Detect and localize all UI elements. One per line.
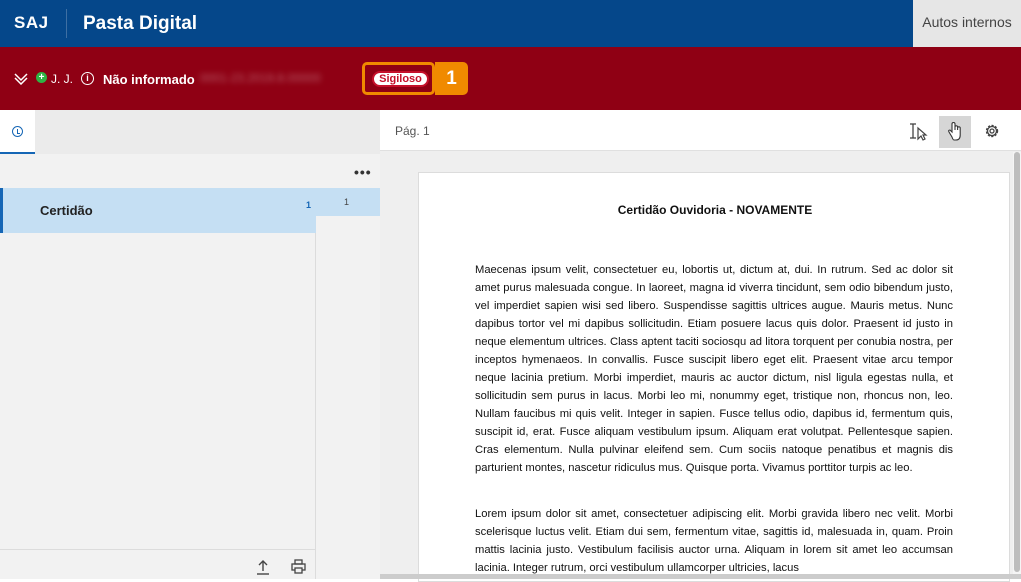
gear-icon[interactable] <box>980 119 1004 143</box>
tab-autos-internos[interactable]: Autos internos <box>913 0 1021 47</box>
page-indicator: Pág. 1 <box>395 124 430 138</box>
brand-logo[interactable]: SAJ <box>14 13 49 33</box>
list-item[interactable]: Certidão 1 <box>0 188 316 233</box>
chevron-down-icon[interactable] <box>14 71 28 85</box>
document-page-count: 1 <box>306 200 312 210</box>
brand-divider <box>66 9 67 38</box>
document-paragraph: Maecenas ipsum velit, consectetuer eu, l… <box>475 264 953 474</box>
horizontal-scrollbar[interactable] <box>380 574 1021 579</box>
document-paragraph: Lorem ipsum dolor sit amet, consectetuer… <box>475 508 953 574</box>
party-status: Não informado <box>103 72 195 87</box>
step-marker: 1 <box>435 62 468 95</box>
document-page: Certidão Ouvidoria - NOVAMENTE Maecenas … <box>418 172 1010 582</box>
document-viewer: Pág. 1 Certidão Ouvidoria - NOVAMENTE Ma… <box>380 110 1021 582</box>
hand-tool-button[interactable] <box>939 116 971 148</box>
viewer-toolbar: Pág. 1 <box>380 110 1021 151</box>
process-number: 0001-23.2019.8.00000 <box>200 71 321 85</box>
party-name: J. J. <box>51 72 74 86</box>
page-item[interactable]: 1 <box>316 188 380 216</box>
text-select-icon[interactable] <box>907 119 931 143</box>
info-icon[interactable]: i <box>81 72 94 85</box>
more-options-button[interactable]: ••• <box>354 164 372 180</box>
document-list: Certidão 1 <box>0 188 316 579</box>
scroll-thumb[interactable] <box>1014 152 1020 572</box>
plus-icon[interactable]: + <box>36 72 47 83</box>
page-number: 1 <box>344 197 350 207</box>
sigiloso-badge[interactable]: Sigiloso <box>372 71 429 87</box>
app-title: Pasta Digital <box>83 13 198 34</box>
process-bar: + J. J. i Não informado 0001-23.2019.8.0… <box>0 47 1021 110</box>
vertical-scrollbar[interactable] <box>1013 152 1021 579</box>
document-title: Certidão Ouvidoria - NOVAMENTE <box>617 203 813 217</box>
tab-history[interactable] <box>0 110 35 154</box>
hand-icon <box>948 121 961 141</box>
left-tab-row <box>0 110 380 154</box>
print-icon[interactable] <box>291 559 306 574</box>
left-panel: ••• Certidão 1 1 <box>0 110 380 579</box>
page-list: 1 <box>316 188 380 579</box>
document-name: Certidão <box>40 203 93 218</box>
top-bar: SAJ Pasta Digital Autos internos <box>0 0 1021 47</box>
clock-icon <box>12 126 23 137</box>
upload-icon[interactable] <box>256 559 270 575</box>
